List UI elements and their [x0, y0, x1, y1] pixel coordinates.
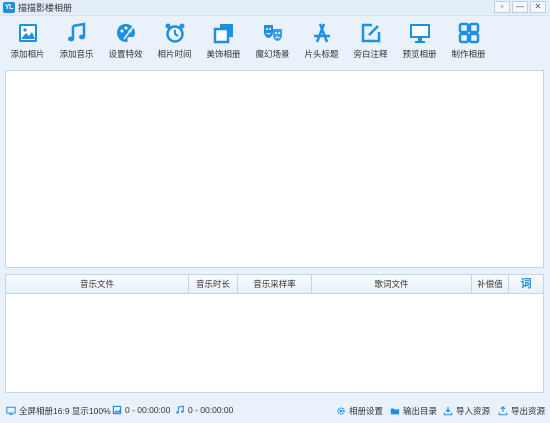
photo-time-label: 相片时间	[157, 49, 192, 59]
app-store-icon	[313, 23, 330, 43]
decorate-album-button[interactable]: 美饰相册	[199, 17, 248, 66]
music-list-panel: 音乐文件 音乐时长 音乐采样率 歌词文件 补偿值 词	[5, 274, 544, 393]
export-resources-button[interactable]: 导出资源	[498, 405, 545, 417]
decorate-album-label: 美饰相册	[206, 49, 241, 59]
album-settings-label: 相册设置	[349, 406, 384, 416]
gear-icon	[337, 407, 345, 415]
grid-icon	[458, 22, 479, 44]
photo-count-status: 0 - 00:00:00	[112, 405, 170, 415]
main-toolbar: 添加相片 添加音乐 设置特效 相片时间 美饰相册 魔幻场景 片头标题 旁白注释 …	[0, 17, 550, 66]
album-preview-area[interactable]	[5, 70, 544, 268]
import-resources-button[interactable]: 导入资源	[443, 405, 490, 417]
window-title: 描描影楼相册	[18, 3, 73, 13]
make-album-label: 制作相册	[451, 49, 486, 59]
theater-masks-icon	[263, 25, 282, 41]
narration-label: 旁白注释	[353, 49, 388, 59]
music-note-icon	[67, 22, 85, 42]
magic-scene-label: 魔幻场景	[255, 49, 290, 59]
import-icon	[443, 406, 453, 416]
restore-button[interactable]: ▫	[494, 1, 510, 13]
title-bar: YL 描描影楼相册 ▫ — ✕	[0, 0, 550, 16]
edit-icon	[361, 23, 380, 43]
export-icon	[498, 406, 508, 416]
music-count-text: 0 - 00:00:00	[188, 405, 234, 415]
screen-mode-status[interactable]: 全屏相册16:9 显示100%	[6, 405, 111, 417]
window-controls: ▫ — ✕	[494, 1, 546, 13]
photo-count-text: 0 - 00:00:00	[125, 405, 171, 415]
column-offset[interactable]: 补偿值	[472, 275, 509, 293]
title-button[interactable]: 片头标题	[297, 17, 346, 66]
column-sample-rate[interactable]: 音乐采样率	[238, 275, 312, 293]
output-dir-label: 输出目录	[403, 406, 438, 416]
palette-icon	[116, 24, 135, 42]
set-effects-button[interactable]: 设置特效	[101, 17, 150, 66]
image-icon	[18, 24, 37, 42]
make-album-button[interactable]: 制作相册	[444, 17, 493, 66]
column-lyrics-file[interactable]: 歌词文件	[312, 275, 472, 293]
photo-time-button[interactable]: 相片时间	[150, 17, 199, 66]
folder-icon	[390, 408, 400, 415]
narration-button[interactable]: 旁白注释	[346, 17, 395, 66]
image-icon	[112, 405, 122, 415]
close-button[interactable]: ✕	[530, 1, 546, 13]
title-label: 片头标题	[304, 49, 339, 59]
status-bar: 全屏相册16:9 显示100% 0 - 00:00:00 0 - 00:00:0…	[0, 400, 550, 423]
column-music-duration[interactable]: 音乐时长	[189, 275, 238, 293]
export-resources-label: 导出资源	[511, 406, 546, 416]
add-photo-label: 添加相片	[10, 49, 45, 59]
screen-mode-text: 全屏相册16:9 显示100%	[19, 406, 111, 416]
add-photo-button[interactable]: 添加相片	[3, 17, 52, 66]
add-music-label: 添加音乐	[59, 49, 94, 59]
album-settings-button[interactable]: 相册设置	[336, 405, 383, 417]
add-music-button[interactable]: 添加音乐	[52, 17, 101, 66]
music-table-header: 音乐文件 音乐时长 音乐采样率 歌词文件 补偿值 词	[6, 275, 543, 294]
output-dir-button[interactable]: 输出目录	[390, 405, 437, 417]
monitor-icon	[6, 406, 16, 415]
monitor-icon	[409, 24, 430, 43]
layers-icon	[213, 24, 233, 44]
music-table-body[interactable]	[6, 294, 543, 393]
import-resources-label: 导入资源	[456, 406, 491, 416]
app-logo: YL	[3, 2, 15, 13]
column-music-file[interactable]: 音乐文件	[6, 275, 189, 293]
lyrics-button[interactable]: 词	[509, 275, 543, 293]
music-note-icon	[176, 405, 184, 414]
preview-album-button[interactable]: 预览相册	[395, 17, 444, 66]
alarm-clock-icon	[165, 23, 184, 43]
preview-album-label: 预览相册	[402, 49, 437, 59]
magic-scene-button[interactable]: 魔幻场景	[248, 17, 297, 66]
set-effects-label: 设置特效	[108, 49, 143, 59]
minimize-button[interactable]: —	[512, 1, 528, 13]
music-count-status: 0 - 00:00:00	[175, 405, 233, 415]
